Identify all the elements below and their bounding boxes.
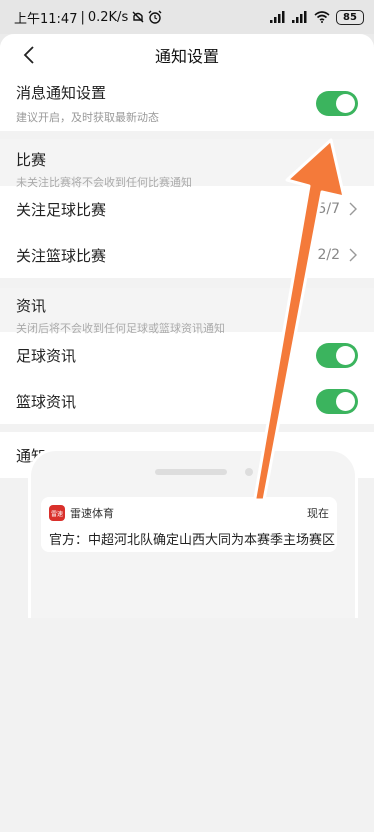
push-title: 消息通知设置 xyxy=(16,84,107,102)
push-notification-row: 消息通知设置 建议开启，及时获取最新动态 xyxy=(0,76,374,131)
basketball-news-toggle[interactable] xyxy=(316,388,358,414)
notification-time: 现在 xyxy=(307,507,329,520)
mute-icon xyxy=(132,11,144,23)
push-toggle[interactable] xyxy=(316,91,358,116)
chevron-right-icon xyxy=(349,202,357,216)
basketball-match-row[interactable]: 关注篮球比赛 2/2 xyxy=(0,232,374,278)
navigation-bar: 通知设置 xyxy=(0,34,374,76)
sample-notification: 雷速 雷速体育 现在 官方：中超河北队确定山西大同为本赛季主场赛区 xyxy=(41,497,337,552)
page-title: 通知设置 xyxy=(154,47,219,66)
signal-icon xyxy=(270,11,285,23)
basketball-news-row: 篮球资讯 xyxy=(0,378,374,424)
battery-icon: 85 xyxy=(336,9,364,25)
phone-speaker xyxy=(155,469,227,475)
phone-camera xyxy=(245,468,253,476)
blank-area xyxy=(0,618,374,798)
status-time: 上午11:47 xyxy=(14,11,78,27)
alarm-icon xyxy=(148,10,162,24)
app-logo-icon: 雷速 xyxy=(49,505,65,521)
signal-icon xyxy=(292,11,307,23)
wifi-icon xyxy=(314,11,330,23)
push-subtitle: 建议开启，及时获取最新动态 xyxy=(16,111,159,124)
match-group-title: 比赛 xyxy=(16,151,47,169)
network-speed: 0.2K/s xyxy=(87,9,129,25)
basketball-match-label: 关注篮球比赛 xyxy=(16,246,107,265)
notification-app-name: 雷速体育 xyxy=(70,507,114,520)
football-match-label: 关注足球比赛 xyxy=(16,200,107,219)
football-news-label: 足球资讯 xyxy=(16,346,77,365)
basketball-news-label: 篮球资讯 xyxy=(16,392,77,411)
notification-body: 官方：中超河北队确定山西大同为本赛季主场赛区 xyxy=(49,533,336,548)
back-button[interactable] xyxy=(18,43,40,67)
news-group-title: 资讯 xyxy=(16,297,47,315)
football-match-count: 5/7 xyxy=(317,201,340,217)
basketball-match-count: 2/2 xyxy=(317,247,340,263)
football-news-row: 足球资讯 xyxy=(0,332,374,378)
match-group-header: 比赛 未关注比赛将不会收到任何比赛通知 xyxy=(0,139,374,189)
status-bar: 上午11:47 | 0.2K/s 85 xyxy=(0,0,374,34)
chevron-right-icon xyxy=(349,248,357,262)
football-news-toggle[interactable] xyxy=(316,342,358,368)
football-match-row[interactable]: 关注足球比赛 5/7 xyxy=(0,186,374,232)
chevron-left-icon xyxy=(23,46,34,64)
news-group-header: 资讯 关闭后将不会收到任何足球或篮球资讯通知 xyxy=(0,288,374,335)
